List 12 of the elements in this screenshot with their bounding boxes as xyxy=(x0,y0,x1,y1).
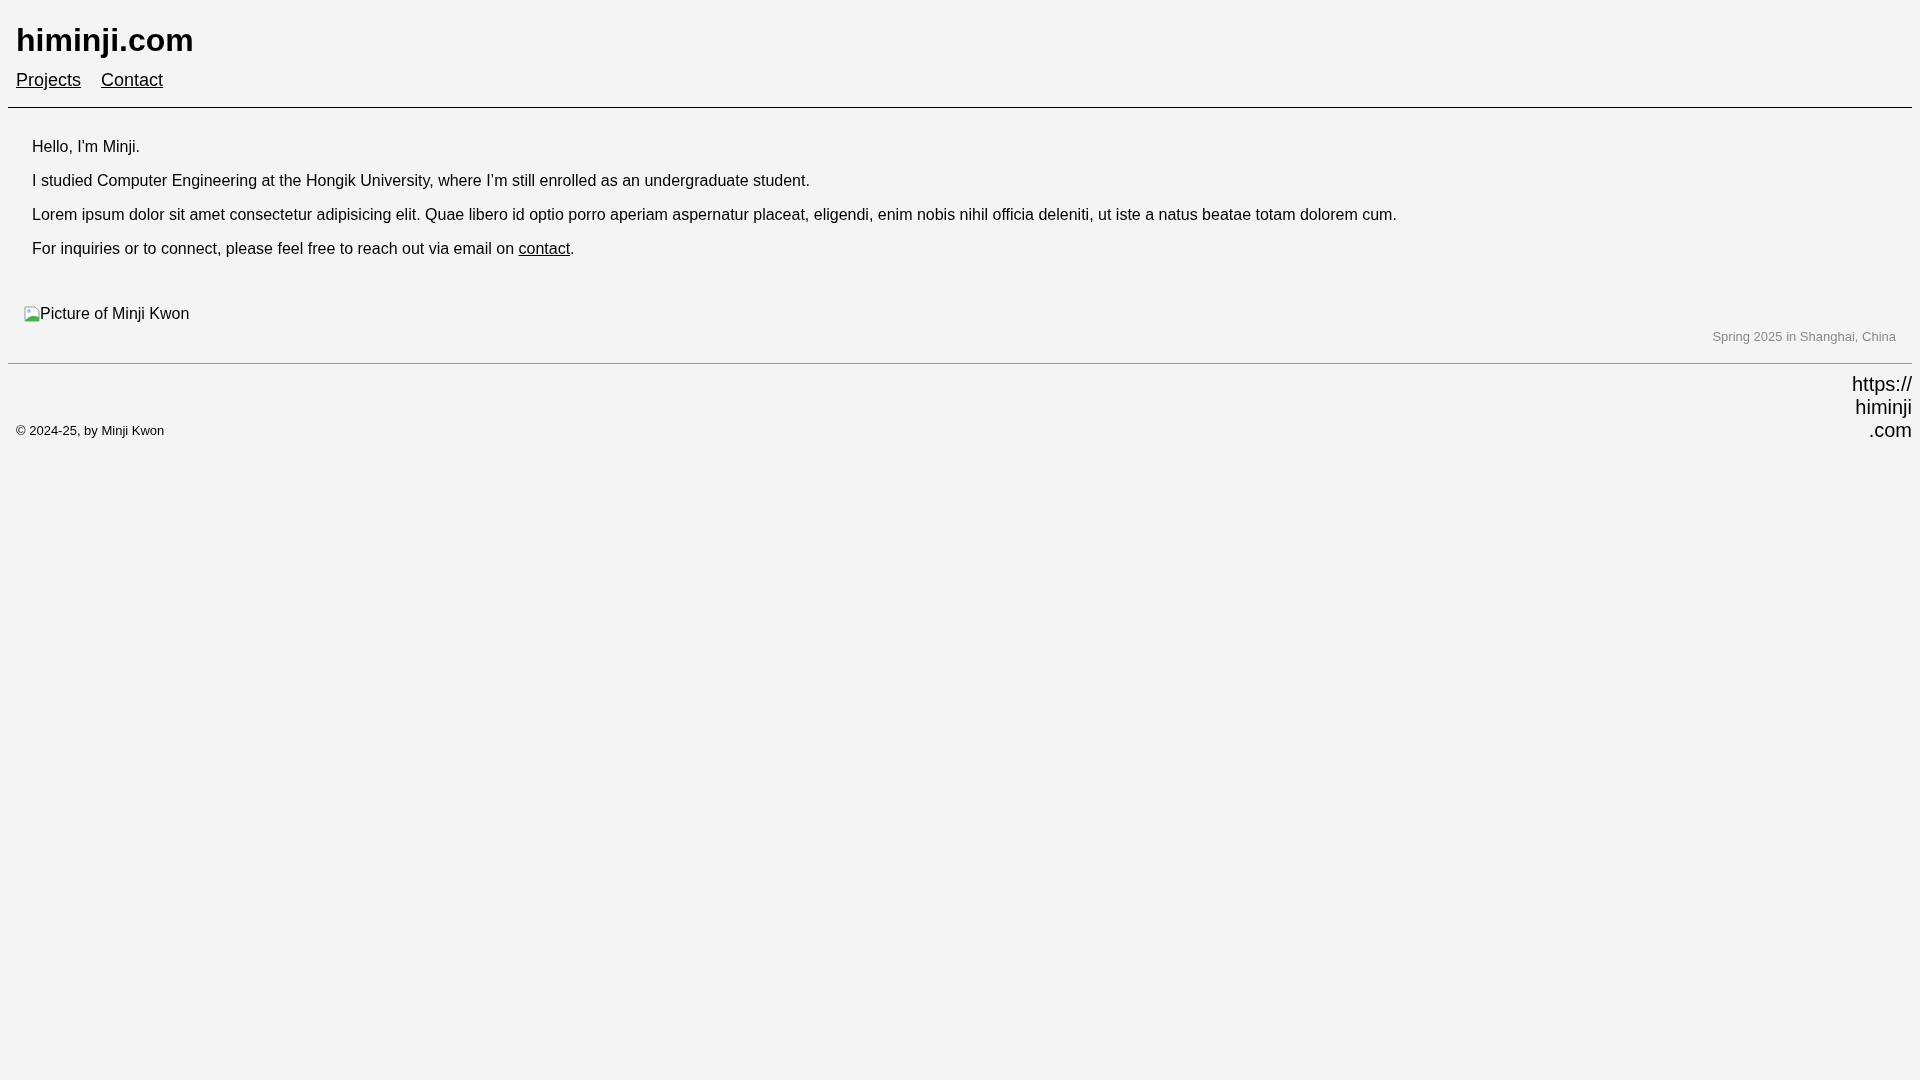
intro-paragraph: I studied Computer Engineering at the Hongik University, where I’m still enrolled as an undergraduate student. xyxy=(32,171,811,190)
copyright-text: © 2024-25, by Minji Kwon xyxy=(16,423,165,439)
photo-caption: Spring 2025 in Shanghai, China xyxy=(1712,329,1896,345)
broken-image-icon xyxy=(24,305,40,322)
site-title: himinji.com xyxy=(16,21,195,60)
nav-link[interactable]: Projects xyxy=(16,69,82,91)
intro-paragraph: Hello, I'm Minji. xyxy=(32,137,141,156)
nav-link[interactable]: Contact xyxy=(101,69,164,91)
intro-paragraph: Lorem ipsum dolor sit amet consectetur adipisicing elit. Quae libero id optio porro aperiam aspernatur placeat, eligendi, enim nobis nihil officia deleniti, ut iste a natus beatae totam dolorem cum. xyxy=(32,205,1398,224)
intro-paragraph: For inquiries or to connect, please feel free to reach out via email on contact. xyxy=(32,239,576,258)
site-url: https:// himinji .com xyxy=(1851,373,1912,442)
broken-image: Picture of Minji Kwon xyxy=(24,304,1896,323)
